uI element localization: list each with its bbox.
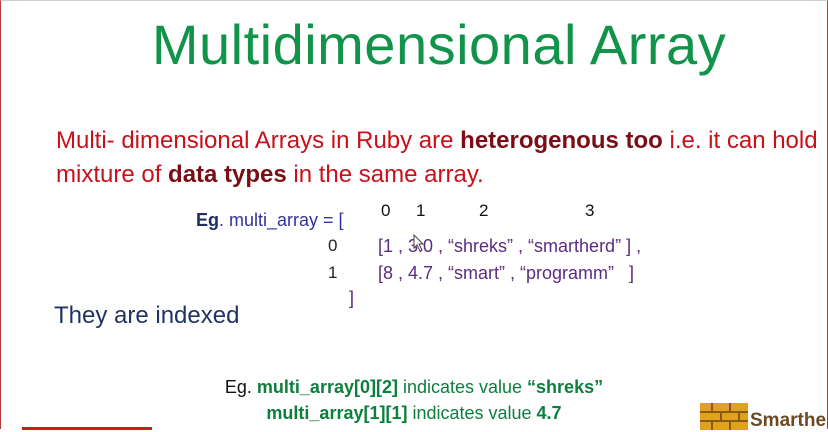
note-1-code: multi_array[0][2] — [256, 377, 398, 397]
column-index-2: 2 — [479, 201, 489, 220]
note-2-value: 4.7 — [536, 403, 562, 423]
row-index-1: 1 — [328, 263, 338, 282]
note-line-1: Eg. multi_array[0][2] indicates value “s… — [0, 377, 828, 398]
array-closing-bracket: ] — [349, 288, 355, 308]
logo-text: Smarther — [750, 410, 828, 431]
indexed-text: They are indexed — [54, 302, 240, 329]
row-index-0: 0 — [328, 236, 338, 255]
mouse-pointer-icon — [413, 234, 425, 252]
array-declaration: . multi_array = [ — [219, 210, 344, 230]
desc-part-1: Multi- dimensional Arrays in Ruby are — [56, 127, 461, 154]
column-index-3: 3 — [585, 201, 595, 220]
note-2-mid: indicates value — [407, 403, 537, 423]
slide-title: Multidimensional Array — [151, 13, 727, 76]
eg-label: Eg — [196, 210, 220, 230]
note-2-code: multi_array[1][1] — [266, 403, 408, 423]
note-1-prefix: Eg. — [224, 377, 257, 397]
note-1-value: “shreks” — [527, 377, 604, 397]
desc-bold-2: data types — [168, 161, 287, 188]
description-text: Multi- dimensional Arrays in Ruby are he… — [56, 124, 826, 192]
column-index-1: 1 — [416, 201, 426, 220]
example-declaration: Eg. multi_array = [ — [196, 210, 344, 231]
array-row-1: [8 , 4.7 , “smart” , “programm” ] — [378, 263, 635, 283]
column-index-0: 0 — [381, 201, 391, 220]
note-1-mid: indicates value — [397, 377, 528, 397]
desc-bold-1: heterogenous too — [460, 127, 663, 154]
desc-part-3: in the same array. — [286, 161, 484, 188]
